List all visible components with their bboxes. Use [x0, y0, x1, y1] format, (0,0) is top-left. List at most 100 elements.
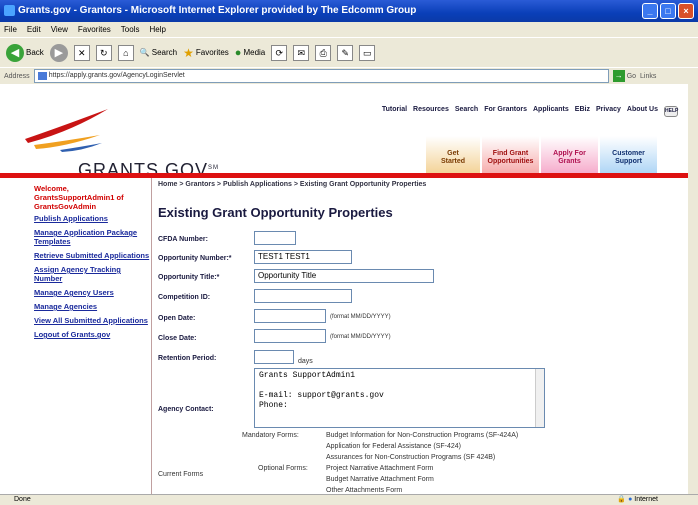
tab-customer-support[interactable]: Customer Support	[600, 136, 657, 176]
go-label: Go	[626, 72, 637, 80]
forward-button[interactable]: ▶	[49, 43, 68, 62]
menu-bar: File Edit View Favorites Tools Help	[0, 22, 698, 37]
sidebar-item-assign-tracking[interactable]: Assign Agency Tracking Number	[34, 265, 151, 283]
edit-button[interactable]: ✎	[337, 44, 354, 61]
search-button[interactable]: 🔍 Search	[140, 48, 177, 57]
top-nav: Tutorial Resources Search For Grantors A…	[382, 106, 678, 117]
open-date-field[interactable]	[254, 309, 326, 323]
window-titlebar: Grants.gov - Grantors - Microsoft Intern…	[0, 0, 698, 22]
window-title: Grants.gov - Grantors - Microsoft Intern…	[18, 5, 417, 16]
status-text: Done	[14, 496, 31, 503]
retention-period-field[interactable]	[254, 350, 294, 364]
contact-line	[259, 381, 540, 391]
contact-line: E-mail: support@grants.gov	[259, 391, 384, 400]
menu-edit[interactable]: Edit	[27, 22, 41, 37]
favorites-button[interactable]: ★ Favorites	[183, 46, 229, 60]
close-date-field[interactable]	[254, 329, 326, 343]
nav-about-us[interactable]: About Us	[627, 106, 658, 117]
page-content: Tutorial Resources Search For Grantors A…	[0, 84, 698, 494]
back-button[interactable]: ◀ Back	[6, 43, 44, 62]
open-date-format-hint: (format MM/DD/YYYY)	[330, 314, 391, 320]
textarea-scrollbar[interactable]	[535, 369, 544, 427]
address-input[interactable]: https://apply.grants.gov/AgencyLoginServ…	[33, 69, 609, 83]
sidebar-item-view-all-submitted[interactable]: View All Submitted Applications	[34, 316, 151, 325]
mail-button[interactable]: ✉	[293, 44, 310, 61]
grants-logo-swoosh-icon	[25, 109, 108, 152]
nav-resources[interactable]: Resources	[413, 106, 449, 117]
help-button[interactable]: HELP	[664, 106, 678, 117]
status-bar: Done 🔒 ● Internet	[0, 494, 698, 505]
breadcrumb[interactable]: Home > Grantors > Publish Applications >…	[158, 181, 688, 188]
search-label: Search	[151, 48, 178, 57]
agency-contact-label: Agency Contact:	[158, 406, 214, 413]
sidebar-item-manage-users[interactable]: Manage Agency Users	[34, 288, 151, 297]
contact-line: Grants SupportAdmin1	[259, 371, 356, 380]
form-item: Other Attachments Form	[326, 487, 403, 494]
lock-icon: 🔒	[617, 496, 627, 503]
close-button[interactable]: ×	[678, 3, 694, 19]
agency-contact-textarea[interactable]: Grants SupportAdmin1 E-mail: support@gra…	[254, 368, 545, 428]
go-button[interactable]: → Go	[612, 70, 637, 82]
tab-find-grant-opportunities[interactable]: Find Grant Opportunities	[482, 136, 539, 176]
menu-help[interactable]: Help	[149, 22, 165, 37]
competition-id-field[interactable]	[254, 289, 352, 303]
sidebar-item-logout[interactable]: Logout of Grants.gov	[34, 330, 151, 339]
form-item: Budget Information for Non-Construction …	[326, 432, 519, 439]
menu-view[interactable]: View	[51, 22, 68, 37]
zone-label: Internet	[634, 496, 658, 503]
home-button[interactable]: ⌂	[117, 44, 134, 61]
media-icon: ●	[234, 46, 242, 59]
welcome-text: Welcome, GrantsSupportAdmin1 of GrantsGo…	[34, 184, 124, 211]
opportunity-number-field[interactable]: TEST1 TEST1	[254, 250, 352, 264]
folder-button[interactable]: ▭	[359, 44, 376, 61]
address-bar: Address https://apply.grants.gov/AgencyL…	[0, 67, 698, 84]
tab-label: Get	[447, 150, 459, 157]
tab-get-started[interactable]: Get Started	[426, 136, 480, 176]
mandatory-forms-list: Budget Information for Non-Construction …	[326, 430, 518, 463]
form-item: Assurances for Non-Construction Programs…	[326, 454, 496, 461]
maximize-button[interactable]: □	[660, 3, 676, 19]
form-item: Project Narrative Attachment Form	[326, 465, 434, 472]
cfda-field[interactable]	[254, 231, 296, 245]
menu-tools[interactable]: Tools	[121, 22, 140, 37]
optional-forms-label: Optional Forms:	[258, 465, 308, 472]
sidebar-item-publish-applications[interactable]: Publish Applications	[34, 214, 151, 223]
mandatory-forms-label: Mandatory Forms:	[242, 432, 299, 439]
tab-label: Support	[615, 158, 642, 165]
opportunity-title-field[interactable]: Opportunity Title	[254, 269, 434, 283]
competition-id-label: Competition ID:	[158, 294, 211, 301]
sidebar-item-manage-templates[interactable]: Manage Application Package Templates	[34, 228, 151, 246]
form-item: Application for Federal Assistance (SF-4…	[326, 443, 462, 450]
opportunity-title-label: Opportunity Title:*	[158, 274, 220, 281]
form-item: Budget Narrative Attachment Form	[326, 476, 434, 483]
nav-privacy[interactable]: Privacy	[596, 106, 621, 117]
nav-applicants[interactable]: Applicants	[533, 106, 569, 117]
back-label: Back	[26, 48, 44, 57]
links-button[interactable]: Links	[640, 73, 656, 80]
nav-for-grantors[interactable]: For Grantors	[484, 106, 527, 117]
nav-ebiz[interactable]: EBiz	[575, 106, 590, 117]
sidebar-item-retrieve-submitted[interactable]: Retrieve Submitted Applications	[34, 251, 151, 260]
go-arrow-icon: →	[612, 70, 625, 82]
main-tabs: Get Started Find Grant Opportunities Apply…	[424, 136, 657, 176]
zone-indicator: 🔒 ● Internet	[617, 495, 658, 505]
tab-apply-for-grants[interactable]: Apply For Grants	[541, 136, 598, 176]
main-panel: Home > Grantors > Publish Applications >…	[158, 178, 688, 494]
sidebar-item-manage-agencies[interactable]: Manage Agencies	[34, 302, 151, 311]
menu-favorites[interactable]: Favorites	[78, 22, 111, 37]
tab-label: Grants	[558, 158, 581, 165]
nav-tutorial[interactable]: Tutorial	[382, 106, 407, 117]
opportunity-number-label: Opportunity Number:*	[158, 255, 232, 262]
media-button[interactable]: ● Media	[235, 47, 265, 59]
cfda-label: CFDA Number:	[158, 236, 208, 243]
stop-button[interactable]: ✕	[73, 44, 90, 61]
refresh-button[interactable]: ↻	[95, 44, 112, 61]
menu-file[interactable]: File	[4, 22, 17, 37]
contact-line: Phone:	[259, 401, 288, 410]
browser-toolbar: ◀ Back ▶ ✕ ↻ ⌂ 🔍 Search ★ Favorites ● Media …	[0, 37, 698, 67]
nav-search[interactable]: Search	[455, 106, 478, 117]
minimize-button[interactable]: _	[642, 3, 658, 19]
print-button[interactable]: ⎙	[315, 44, 332, 61]
history-button[interactable]: ⟳	[271, 44, 288, 61]
media-label: Media	[243, 48, 266, 57]
